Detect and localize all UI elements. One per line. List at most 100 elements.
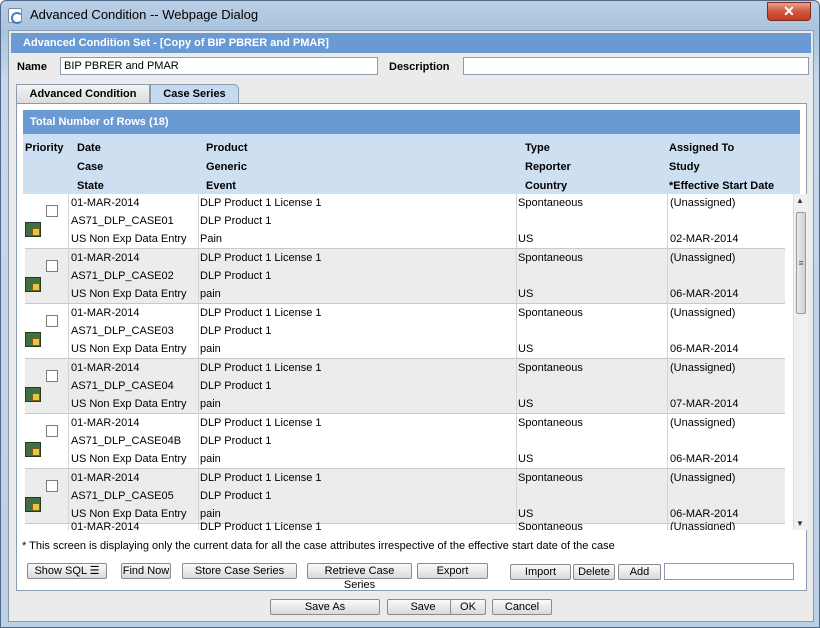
cell-country: US [518, 398, 534, 410]
col-reporter[interactable]: Reporter [525, 161, 571, 173]
col-state[interactable]: State [77, 180, 104, 192]
cell-event: pain [200, 398, 221, 410]
col-effective-start-date[interactable]: *Effective Start Date [669, 180, 774, 192]
col-case[interactable]: Case [77, 161, 103, 173]
cell-assigned-to: (Unassigned) [670, 252, 736, 264]
col-assigned-to[interactable]: Assigned To [669, 142, 734, 154]
col-generic[interactable]: Generic [206, 161, 247, 173]
cell-effective-start-date: 06-MAR-2014 [670, 453, 739, 465]
cell-product: DLP Product 1 License 1 [200, 197, 322, 209]
name-label: Name [17, 61, 47, 73]
cell-type: Spontaneous [518, 197, 583, 209]
row-checkbox[interactable] [46, 315, 58, 327]
cell-country: US [518, 343, 534, 355]
grid-scrollbar[interactable]: ▲ ≡ ▼ [793, 194, 808, 530]
import-button[interactable]: Import [510, 564, 571, 580]
description-field[interactable] [463, 57, 809, 75]
cell-generic: DLP Product 1 [200, 380, 272, 392]
locked-case-icon [25, 387, 41, 402]
column-divider [516, 194, 517, 249]
column-divider [198, 249, 199, 304]
col-priority[interactable]: Priority [25, 142, 64, 154]
column-divider [68, 304, 69, 359]
add-input[interactable] [664, 563, 794, 580]
column-divider [667, 194, 668, 249]
dialog-window: Advanced Condition -- Webpage Dialog ✕ A… [0, 0, 820, 628]
column-divider [667, 469, 668, 524]
table-row[interactable]: 01-MAR-2014 AS71_DLP_CASE05 US Non Exp D… [25, 469, 785, 524]
retrieve-case-series-button[interactable]: Retrieve Case Series [307, 563, 412, 591]
cell-effective-start-date: 02-MAR-2014 [670, 233, 739, 245]
col-country[interactable]: Country [525, 180, 567, 192]
page-title: Advanced Condition Set - [Copy of BIP PB… [11, 33, 811, 53]
cell-generic: DLP Product 1 [200, 325, 272, 337]
cell-case[interactable]: AS71_DLP_CASE02 [71, 270, 174, 282]
cell-type: Spontaneous [518, 417, 583, 429]
locked-case-icon [25, 497, 41, 512]
table-row[interactable]: 01-MAR-2014 AS71_DLP_CASE02 US Non Exp D… [25, 249, 785, 304]
col-date[interactable]: Date [77, 142, 101, 154]
save-button[interactable]: Save [387, 599, 459, 615]
add-button[interactable]: Add [618, 564, 661, 580]
table-row[interactable]: 01-MAR-2014 AS71_DLP_CASE03 US Non Exp D… [25, 304, 785, 359]
cell-date: 01-MAR-2014 [71, 521, 140, 530]
delete-button[interactable]: Delete [573, 564, 615, 580]
show-sql-button[interactable]: Show SQL ☰ [27, 563, 107, 579]
row-checkbox[interactable] [46, 370, 58, 382]
ok-button[interactable]: OK [450, 599, 486, 615]
export-button[interactable]: Export [417, 563, 488, 579]
store-case-series-button[interactable]: Store Case Series [182, 563, 297, 579]
table-row[interactable]: 01-MAR-2014 AS71_DLP_CASE04 US Non Exp D… [25, 359, 785, 414]
cell-type: Spontaneous [518, 307, 583, 319]
row-checkbox[interactable] [46, 425, 58, 437]
cell-case[interactable]: AS71_DLP_CASE04B [71, 435, 181, 447]
locked-case-icon [25, 222, 41, 237]
column-divider [198, 524, 199, 530]
cell-case[interactable]: AS71_DLP_CASE04 [71, 380, 174, 392]
cell-type: Spontaneous [518, 472, 583, 484]
cell-type: Spontaneous [518, 362, 583, 374]
row-checkbox[interactable] [46, 260, 58, 272]
save-as-button[interactable]: Save As [270, 599, 380, 615]
table-row[interactable]: 01-MAR-2014 AS71_DLP_CASE04B US Non Exp … [25, 414, 785, 469]
tab-case-series[interactable]: Case Series [150, 84, 239, 103]
column-divider [198, 194, 199, 249]
cell-product: DLP Product 1 License 1 [200, 307, 322, 319]
cell-country: US [518, 508, 534, 520]
cell-date: 01-MAR-2014 [71, 197, 140, 209]
grid-body: 01-MAR-2014 AS71_DLP_CASE01 US Non Exp D… [25, 194, 785, 530]
case-series-panel: Total Number of Rows (18) Priority Date … [16, 103, 808, 591]
cell-event: Pain [200, 233, 223, 245]
cell-assigned-to: (Unassigned) [670, 417, 736, 429]
col-product[interactable]: Product [206, 142, 248, 154]
cancel-button[interactable]: Cancel [492, 599, 552, 615]
cell-case[interactable]: AS71_DLP_CASE05 [71, 490, 174, 502]
column-divider [68, 524, 69, 530]
cell-case[interactable]: AS71_DLP_CASE03 [71, 325, 174, 337]
scroll-down-icon[interactable]: ▼ [796, 519, 804, 528]
tab-advanced-condition[interactable]: Advanced Condition [16, 84, 150, 103]
scroll-thumb[interactable]: ≡ [796, 212, 806, 314]
locked-case-icon [25, 277, 41, 292]
table-row[interactable]: 01-MAR-2014 DLP Product 1 License 1 Spon… [25, 521, 785, 530]
scroll-up-icon[interactable]: ▲ [796, 196, 804, 205]
column-divider [667, 249, 668, 304]
table-row[interactable]: 01-MAR-2014 AS71_DLP_CASE01 US Non Exp D… [25, 194, 785, 249]
locked-case-icon [25, 442, 41, 457]
close-button[interactable]: ✕ [767, 2, 811, 21]
name-field[interactable]: BIP PBRER and PMAR [60, 57, 378, 75]
cell-case[interactable]: AS71_DLP_CASE01 [71, 215, 174, 227]
cell-product: DLP Product 1 License 1 [200, 472, 322, 484]
cell-effective-start-date: 07-MAR-2014 [670, 398, 739, 410]
row-checkbox[interactable] [46, 480, 58, 492]
column-divider [198, 414, 199, 469]
column-divider [516, 249, 517, 304]
cell-type: Spontaneous [518, 521, 583, 530]
cell-generic: DLP Product 1 [200, 490, 272, 502]
col-type[interactable]: Type [525, 142, 550, 154]
cell-country: US [518, 288, 534, 300]
find-now-button[interactable]: Find Now [121, 563, 171, 579]
col-event[interactable]: Event [206, 180, 236, 192]
col-study[interactable]: Study [669, 161, 700, 173]
row-checkbox[interactable] [46, 205, 58, 217]
